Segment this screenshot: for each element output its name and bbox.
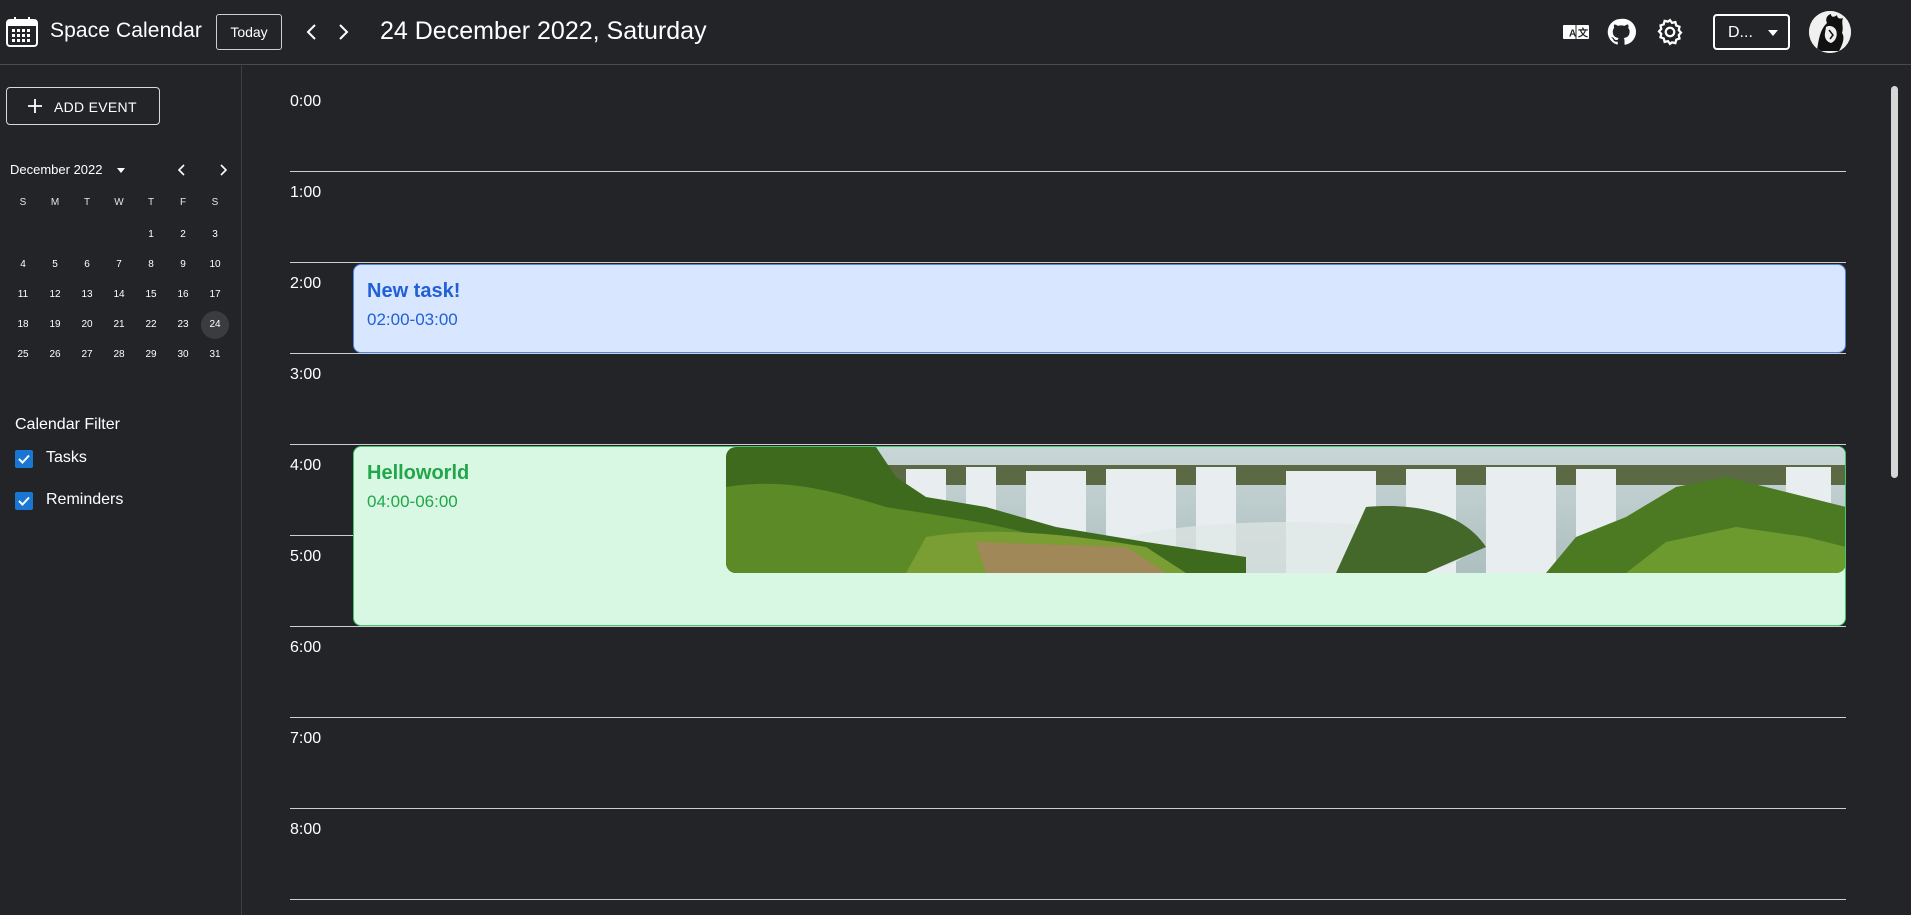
calendar-day[interactable]: 3 (201, 221, 229, 249)
weekday-label: T (83, 197, 91, 208)
app-root: Space Calendar Today 24 December 2022, S… (0, 0, 1911, 915)
hour-label: 4:00 (290, 457, 322, 474)
app-title: Space Calendar (50, 19, 202, 42)
svg-text:文: 文 (1578, 27, 1589, 40)
calendar-day[interactable]: 18 (9, 311, 37, 339)
event-new-task[interactable]: New task! 02:00-03:00 (353, 264, 1846, 353)
chevron-left-icon[interactable] (300, 20, 324, 44)
event-time: 02:00-03:00 (367, 310, 458, 329)
calendar-day[interactable]: 16 (169, 281, 197, 309)
calendar-day[interactable]: 23 (169, 311, 197, 339)
filter-label: Reminders (46, 491, 124, 508)
hour-divider (290, 444, 1846, 445)
mini-calendar-month-label[interactable]: December 2022 (10, 162, 103, 177)
hour-divider (290, 808, 1846, 809)
github-icon[interactable] (1606, 17, 1636, 47)
chevron-right-icon[interactable] (331, 20, 355, 44)
plus-icon (27, 98, 43, 114)
today-button[interactable]: Today (216, 14, 282, 50)
svg-text:A: A (1569, 29, 1576, 40)
calendar-day[interactable]: 21 (105, 311, 133, 339)
hour-divider (290, 626, 1846, 627)
hour-label: 5:00 (290, 548, 322, 565)
weekday-label: M (50, 197, 60, 208)
tasks-checkbox[interactable] (15, 450, 33, 468)
hour-divider (290, 353, 1846, 354)
filter-label: Tasks (46, 449, 87, 466)
hour-label: 3:00 (290, 366, 322, 383)
hour-divider (290, 899, 1846, 900)
reminders-checkbox[interactable] (15, 492, 33, 510)
calendar-day[interactable]: 7 (105, 251, 133, 279)
hour-label: 0:00 (290, 93, 322, 110)
calendar-day[interactable]: 4 (9, 251, 37, 279)
calendar-day[interactable]: 19 (41, 311, 69, 339)
calendar-day[interactable]: 29 (137, 341, 165, 369)
chevron-left-icon[interactable] (174, 162, 190, 178)
add-event-button[interactable]: ADD EVENT (6, 87, 160, 125)
calendar-icon (6, 17, 38, 47)
event-title: Helloworld (367, 462, 470, 484)
weekday-label: F (179, 197, 187, 208)
calendar-day[interactable]: 5 (41, 251, 69, 279)
calendar-day[interactable]: 14 (105, 281, 133, 309)
translate-icon[interactable]: A 文 (1561, 17, 1591, 47)
hour-label: 2:00 (290, 275, 322, 292)
hour-label: 6:00 (290, 639, 322, 656)
top-header: Space Calendar Today 24 December 2022, S… (0, 0, 1911, 65)
hour-label: 8:00 (290, 821, 322, 838)
caret-down-icon[interactable] (117, 168, 125, 173)
calendar-day[interactable]: 27 (73, 341, 101, 369)
add-event-label: ADD EVENT (54, 99, 137, 115)
chevron-right-icon[interactable] (215, 162, 231, 178)
calendar-day[interactable]: 17 (201, 281, 229, 309)
event-cover-image (726, 447, 1845, 573)
calendar-day[interactable]: 25 (9, 341, 37, 369)
weekday-label: S (19, 197, 27, 208)
calendar-day-selected[interactable]: 24 (201, 311, 229, 339)
hour-divider (290, 171, 1846, 172)
calendar-day[interactable]: 30 (169, 341, 197, 369)
view-mode-select[interactable]: D... (1713, 14, 1790, 50)
calendar-day[interactable]: 28 (105, 341, 133, 369)
calendar-day[interactable]: 10 (201, 251, 229, 279)
sidebar: ADD EVENT December 2022 S M T W T F S 1 … (0, 66, 242, 915)
calendar-day[interactable]: 26 (41, 341, 69, 369)
current-date-title: 24 December 2022, Saturday (380, 17, 707, 45)
calendar-day[interactable]: 1 (137, 221, 165, 249)
event-title: New task! (367, 280, 461, 302)
vertical-scrollbar[interactable] (1891, 86, 1898, 478)
calendar-day[interactable]: 22 (137, 311, 165, 339)
calendar-day[interactable]: 12 (41, 281, 69, 309)
event-time: 04:00-06:00 (367, 492, 458, 511)
calendar-day[interactable]: 31 (201, 341, 229, 369)
view-mode-value: D... (1728, 24, 1753, 41)
calendar-day[interactable]: 6 (73, 251, 101, 279)
calendar-day[interactable]: 8 (137, 251, 165, 279)
calendar-day[interactable]: 20 (73, 311, 101, 339)
hour-label: 1:00 (290, 184, 322, 201)
avatar[interactable] (1809, 11, 1851, 53)
weekday-label: T (147, 197, 155, 208)
calendar-day[interactable]: 2 (169, 221, 197, 249)
calendar-day[interactable]: 11 (9, 281, 37, 309)
calendar-day[interactable]: 13 (73, 281, 101, 309)
event-helloworld[interactable]: Helloworld 04:00-06:00 (353, 446, 1846, 626)
hour-label: 7:00 (290, 730, 322, 747)
hour-divider (290, 262, 1846, 263)
hour-divider (290, 535, 354, 536)
caret-down-icon (1768, 30, 1778, 36)
calendar-day[interactable]: 15 (137, 281, 165, 309)
calendar-day[interactable]: 9 (169, 251, 197, 279)
hour-divider (290, 717, 1846, 718)
weekday-label: W (114, 197, 124, 208)
gear-icon[interactable] (1655, 17, 1685, 47)
day-timeline: 0:00 1:00 2:00 3:00 4:00 5:00 6:00 7:00 … (243, 66, 1911, 915)
calendar-filter-title: Calendar Filter (15, 416, 120, 433)
weekday-label: S (211, 197, 219, 208)
